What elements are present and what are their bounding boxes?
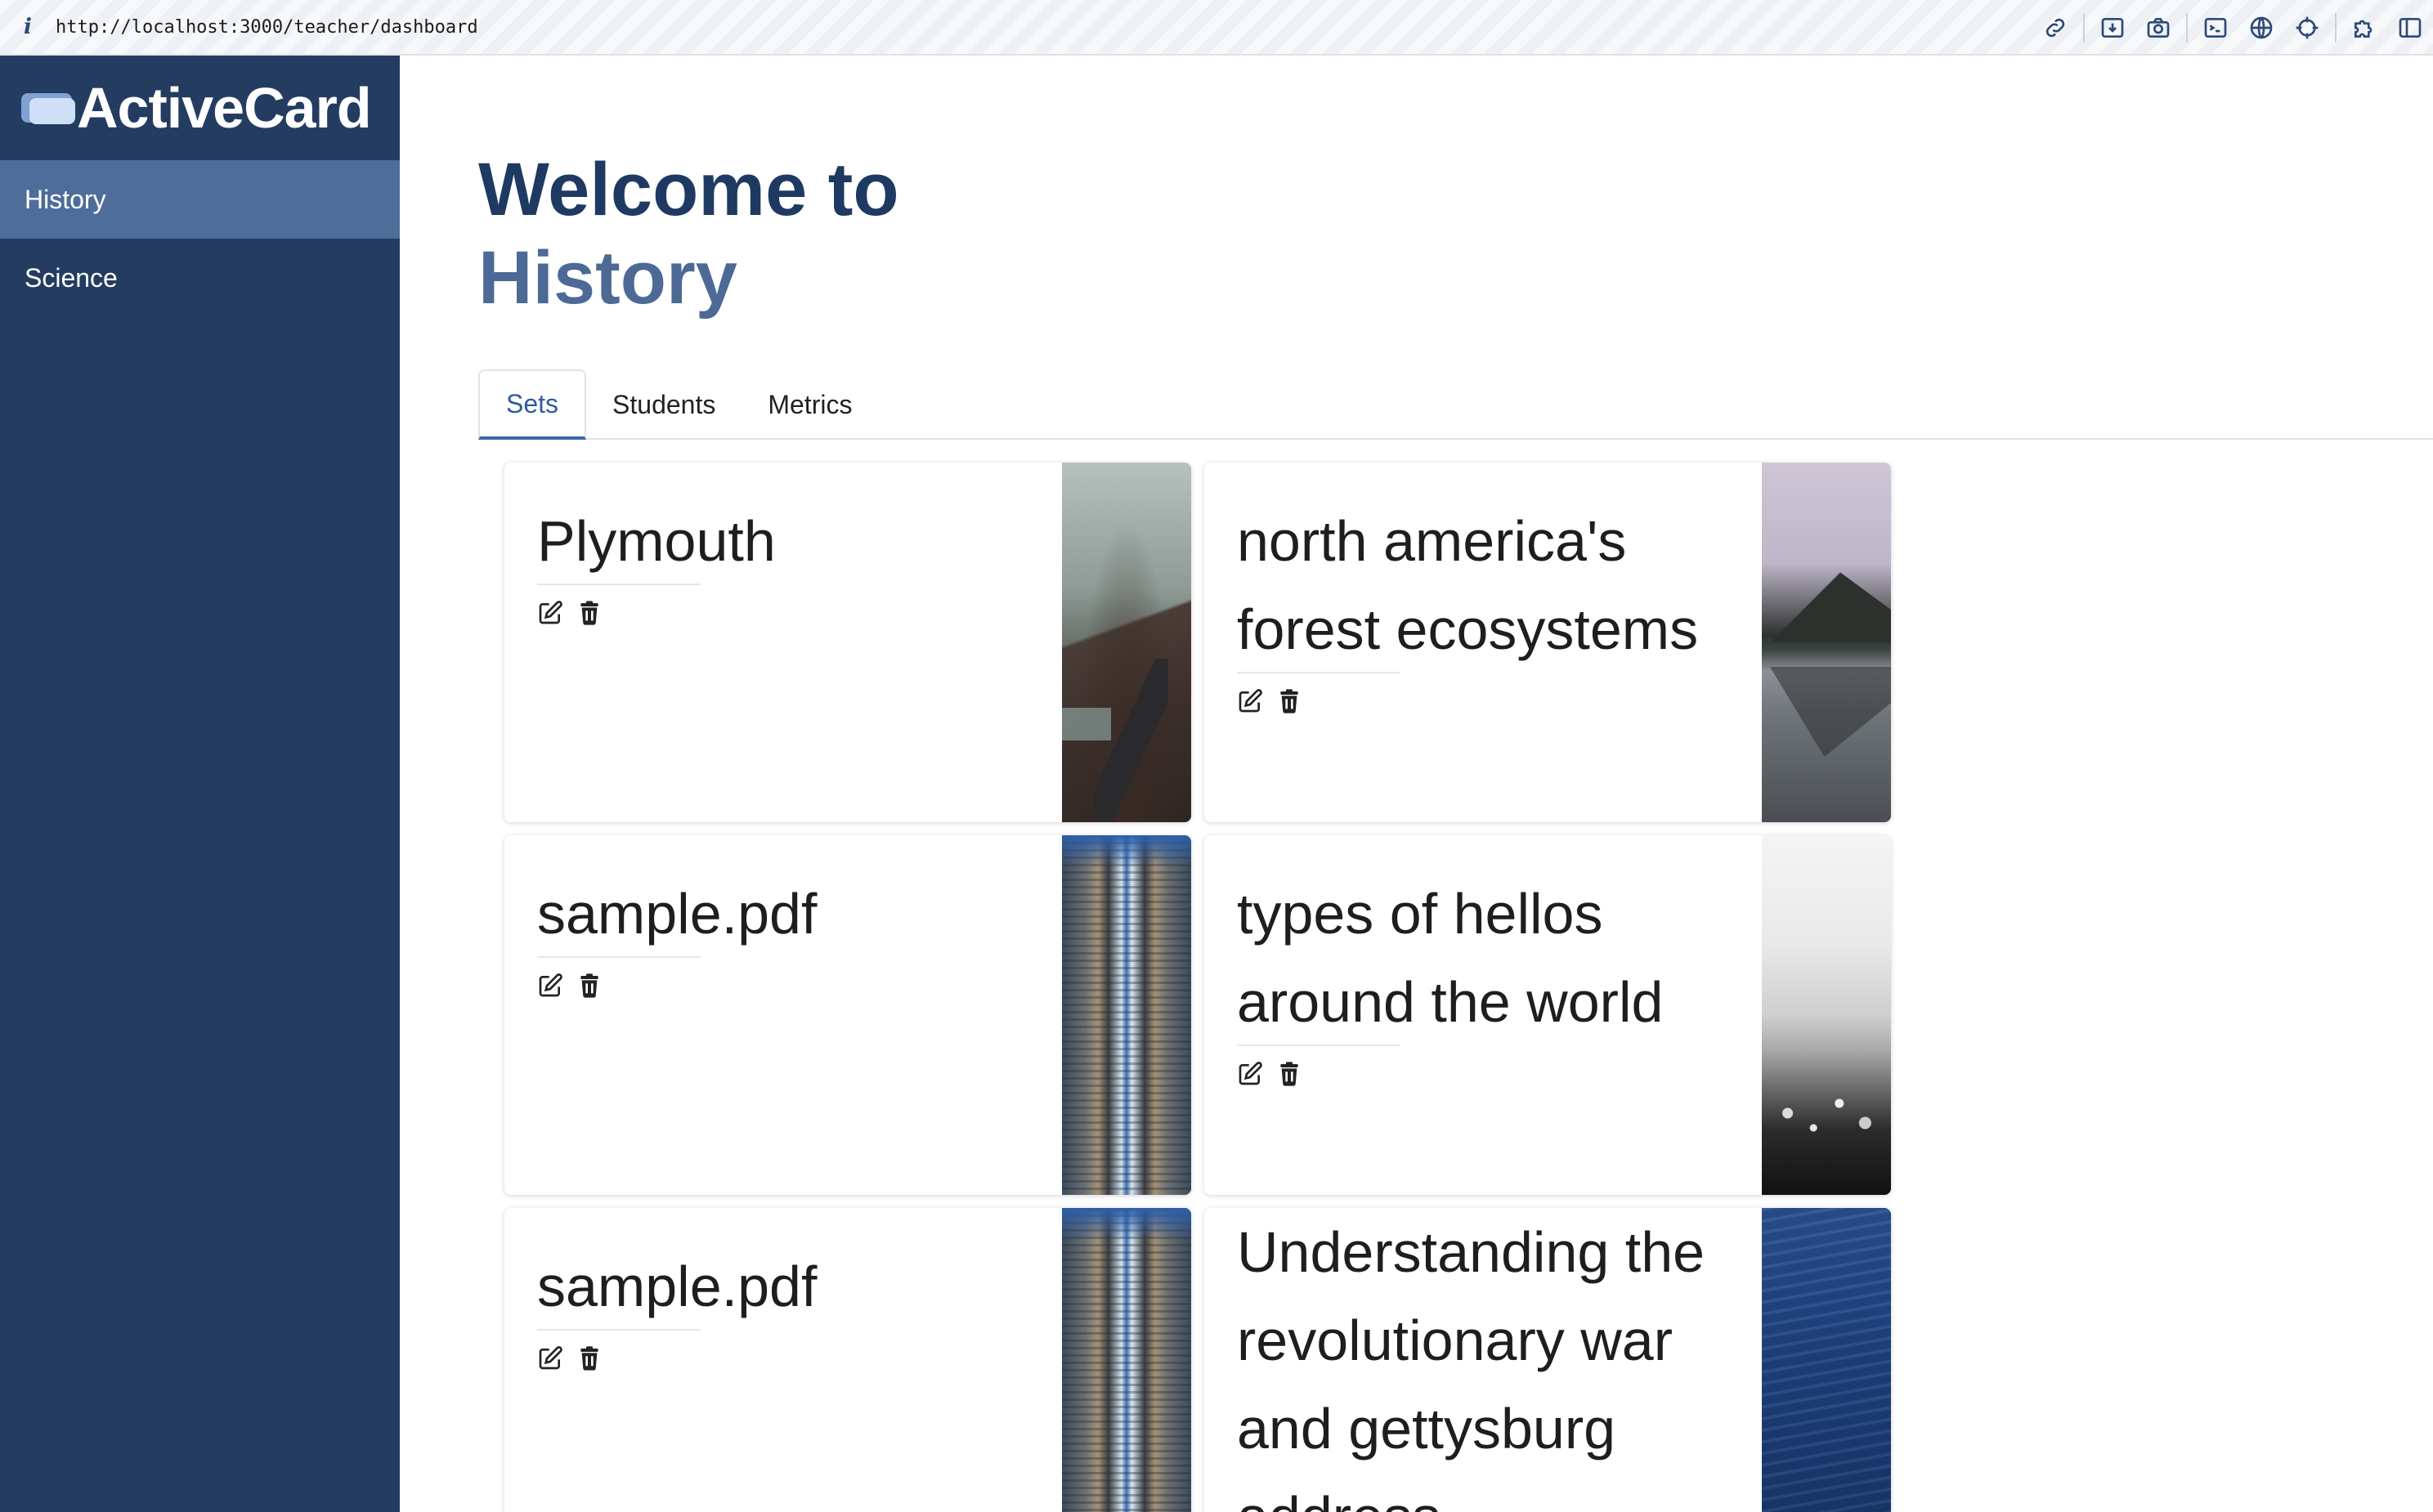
welcome-text: Welcome to xyxy=(478,148,899,231)
edit-icon[interactable] xyxy=(537,1345,563,1376)
cards-logo-icon xyxy=(20,90,77,126)
edit-icon[interactable] xyxy=(1237,688,1263,718)
set-card[interactable]: Plymouth xyxy=(504,463,1191,822)
sidebar-item-label: Science xyxy=(25,262,118,293)
puzzle-icon[interactable] xyxy=(2341,5,2387,51)
set-card[interactable]: types of hellos around the world xyxy=(1204,835,1891,1195)
globe-icon[interactable] xyxy=(2238,5,2284,51)
download-icon[interactable] xyxy=(2090,5,2135,51)
set-card[interactable]: north america's forest ecosystems xyxy=(1204,463,1891,822)
toolbar-divider xyxy=(2186,13,2188,42)
tab-students[interactable]: Students xyxy=(586,369,742,440)
brand-name: ActiveCard xyxy=(77,76,372,140)
set-cover-image xyxy=(1062,835,1191,1195)
browser-address-bar: i http://localhost:3000/teacher/dashboar… xyxy=(0,0,2433,56)
sidebar-icon[interactable] xyxy=(2387,5,2433,51)
set-cover-image xyxy=(1762,463,1891,822)
toolbar-divider xyxy=(2083,13,2085,42)
set-title[interactable]: sample.pdf xyxy=(537,1242,1044,1331)
trash-icon[interactable] xyxy=(576,973,603,1003)
tab-sets[interactable]: Sets xyxy=(478,369,587,440)
tab-bar: Sets Students Metrics xyxy=(478,369,2433,440)
set-card[interactable]: Understanding the revolutionary war and … xyxy=(1204,1208,1891,1512)
terminal-icon[interactable] xyxy=(2193,5,2238,51)
tab-metrics[interactable]: Metrics xyxy=(742,369,878,440)
edit-icon[interactable] xyxy=(537,600,563,630)
set-title[interactable]: types of hellos around the world xyxy=(1237,870,1744,1046)
set-cover-image xyxy=(1062,463,1191,822)
trash-icon[interactable] xyxy=(576,1345,603,1376)
trash-icon[interactable] xyxy=(576,600,603,630)
main-content: Welcome to History Sets Students Metrics… xyxy=(400,56,2433,1512)
edit-icon[interactable] xyxy=(537,973,563,1003)
set-cover-image xyxy=(1762,1208,1891,1512)
set-cover-image xyxy=(1062,1208,1191,1512)
set-card[interactable]: sample.pdf xyxy=(504,835,1191,1195)
info-icon[interactable]: i xyxy=(0,15,56,39)
url-field[interactable]: http://localhost:3000/teacher/dashboard xyxy=(56,17,478,38)
camera-icon[interactable] xyxy=(2135,5,2181,51)
link-icon[interactable] xyxy=(2032,5,2078,51)
brand[interactable]: ActiveCard xyxy=(0,56,400,160)
trash-icon[interactable] xyxy=(1276,688,1302,718)
edit-icon[interactable] xyxy=(1237,1061,1263,1091)
set-title[interactable]: Plymouth xyxy=(537,497,1044,585)
toolbar-divider xyxy=(2335,13,2337,42)
set-cards-grid: Plymouth north america's forest ecosyste… xyxy=(504,463,1894,1512)
page-title: Welcome to History xyxy=(478,145,899,322)
subject-name: History xyxy=(478,236,737,320)
sidebar-item-history[interactable]: History xyxy=(0,160,400,239)
sidebar-item-science[interactable]: Science xyxy=(0,239,400,317)
sidebar: ActiveCard History Science xyxy=(0,56,400,1512)
sidebar-item-label: History xyxy=(25,184,106,214)
set-cover-image xyxy=(1762,835,1891,1195)
crosshair-icon[interactable] xyxy=(2284,5,2330,51)
set-title[interactable]: sample.pdf xyxy=(537,870,1044,958)
trash-icon[interactable] xyxy=(1276,1061,1302,1091)
browser-toolbar xyxy=(2032,0,2433,56)
set-title[interactable]: Understanding the revolutionary war and … xyxy=(1237,1208,1744,1512)
set-title[interactable]: north america's forest ecosystems xyxy=(1237,497,1744,673)
set-card[interactable]: sample.pdf xyxy=(504,1208,1191,1512)
